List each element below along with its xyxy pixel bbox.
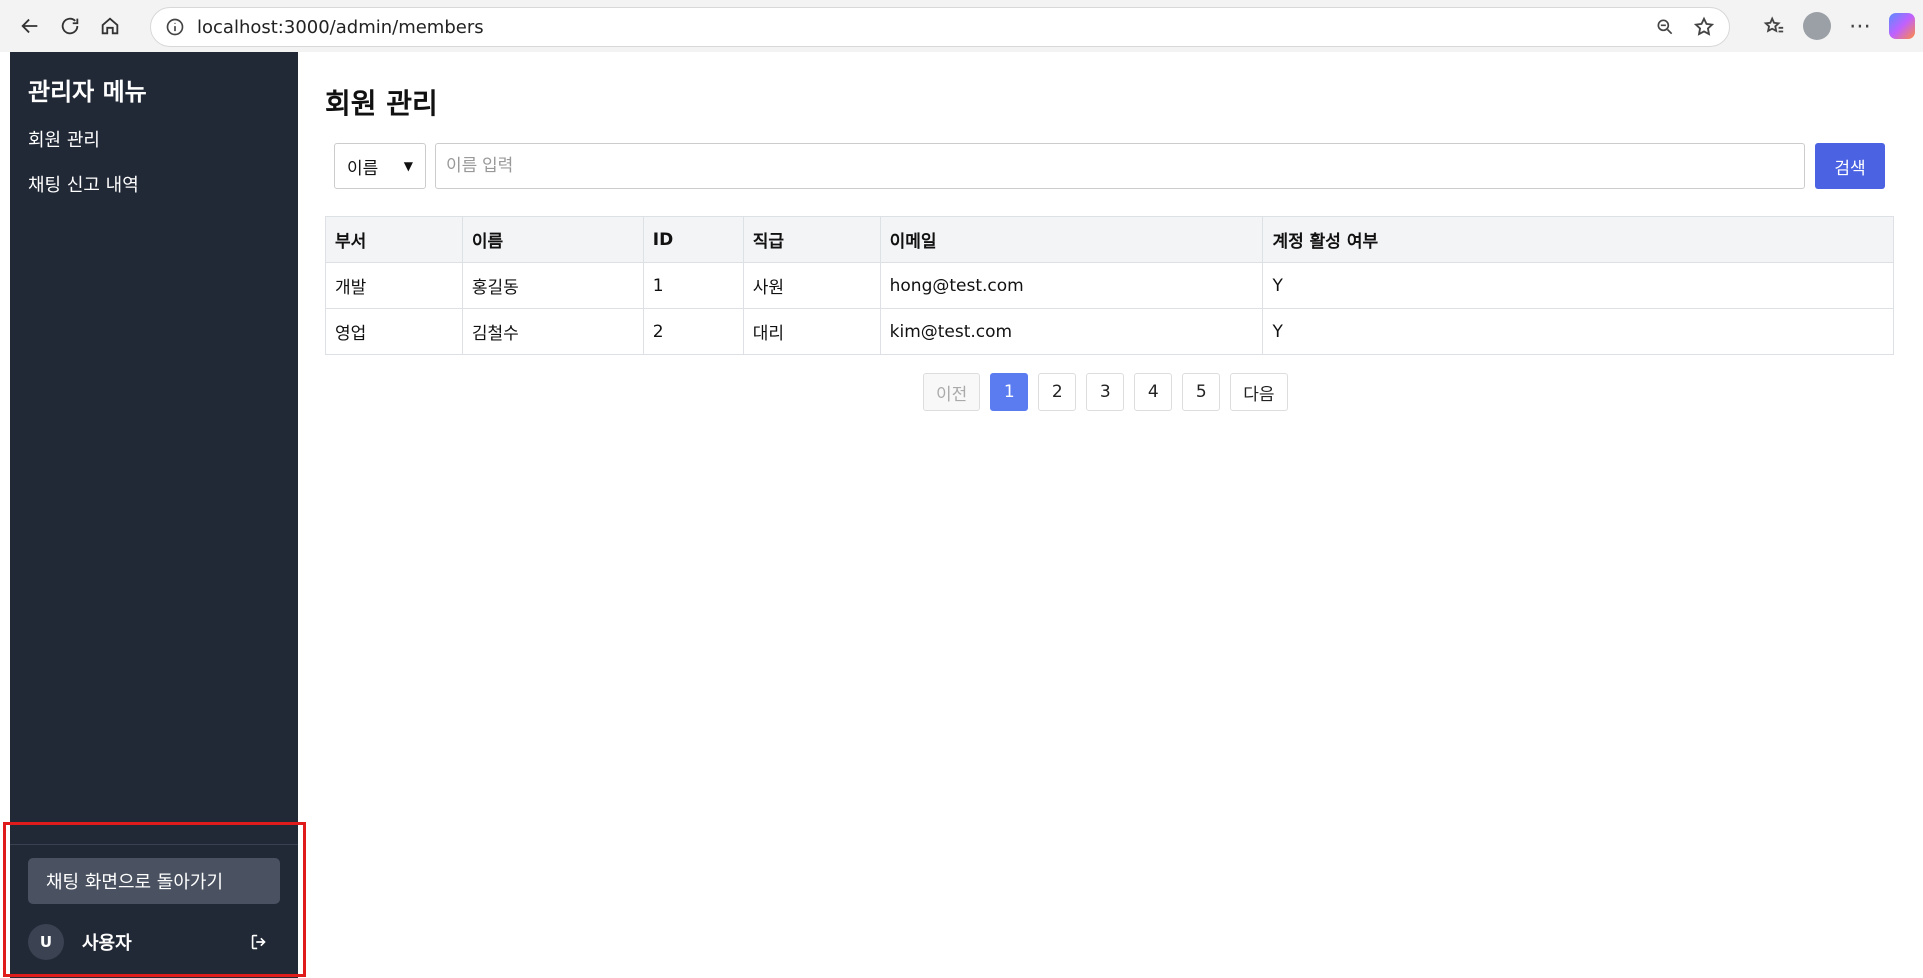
cell-email: kim@test.com xyxy=(879,308,1264,355)
page-button-1[interactable]: 1 xyxy=(990,373,1029,411)
reload-icon[interactable] xyxy=(50,6,90,46)
pagination: 이전 1 2 3 4 5 다음 xyxy=(923,373,1288,411)
user-name: 사용자 xyxy=(82,933,132,954)
column-header-email: 이메일 xyxy=(879,216,1264,263)
avatar: U xyxy=(28,924,64,960)
page-button-5[interactable]: 5 xyxy=(1182,373,1221,411)
main-content: 회원 관리 이름 ▼ 검색 부서 이름 ID 직급 이메일 계정 활성 여부 개… xyxy=(298,52,1923,978)
address-bar[interactable]: localhost:3000/admin/members xyxy=(150,7,1730,47)
profile-icon[interactable] xyxy=(1803,12,1831,40)
members-table: 부서 이름 ID 직급 이메일 계정 활성 여부 개발 홍길동 1 사원 hon… xyxy=(325,216,1894,355)
chevron-down-icon: ▼ xyxy=(403,159,413,173)
search-type-select[interactable]: 이름 ▼ xyxy=(334,143,426,189)
column-header-active: 계정 활성 여부 xyxy=(1262,216,1894,263)
prev-page-button[interactable]: 이전 xyxy=(923,373,981,411)
cell-id: 2 xyxy=(642,308,744,355)
zoom-icon[interactable] xyxy=(1655,17,1675,37)
cell-active: Y xyxy=(1262,308,1894,355)
column-header-department: 부서 xyxy=(325,216,463,263)
cell-active: Y xyxy=(1262,262,1894,309)
sidebar: 관리자 메뉴 회원 관리 채팅 신고 내역 채팅 화면으로 돌아가기 U 사용자 xyxy=(10,52,298,978)
browser-toolbar: localhost:3000/admin/members ⋯ xyxy=(0,0,1923,52)
page-button-3[interactable]: 3 xyxy=(1086,373,1125,411)
more-options-icon[interactable]: ⋯ xyxy=(1849,14,1871,39)
back-arrow-icon[interactable] xyxy=(10,6,50,46)
cell-department: 개발 xyxy=(325,262,463,309)
favorites-icon[interactable] xyxy=(1763,15,1785,37)
table-row[interactable]: 영업 김철수 2 대리 kim@test.com Y xyxy=(325,308,1894,355)
cell-email: hong@test.com xyxy=(879,262,1264,309)
column-header-position: 직급 xyxy=(742,216,881,263)
page-button-2[interactable]: 2 xyxy=(1038,373,1077,411)
home-icon[interactable] xyxy=(90,6,130,46)
copilot-icon[interactable] xyxy=(1889,13,1915,39)
page-title: 회원 관리 xyxy=(325,87,438,120)
cell-id: 1 xyxy=(642,262,744,309)
back-to-chat-button[interactable]: 채팅 화면으로 돌아가기 xyxy=(28,858,280,904)
favorite-star-icon[interactable] xyxy=(1693,16,1715,38)
column-header-id: ID xyxy=(642,216,744,263)
page-button-4[interactable]: 4 xyxy=(1134,373,1173,411)
search-input[interactable] xyxy=(435,143,1805,189)
user-info: U 사용자 xyxy=(28,922,280,962)
logout-icon[interactable] xyxy=(248,931,270,953)
cell-name: 홍길동 xyxy=(461,262,644,309)
column-header-name: 이름 xyxy=(461,216,644,263)
cell-position: 사원 xyxy=(742,262,881,309)
cell-position: 대리 xyxy=(742,308,881,355)
sidebar-divider xyxy=(10,844,298,845)
sidebar-title: 관리자 메뉴 xyxy=(28,78,147,106)
table-header-row: 부서 이름 ID 직급 이메일 계정 활성 여부 xyxy=(325,216,1894,263)
search-type-value: 이름 xyxy=(347,158,379,179)
search-button[interactable]: 검색 xyxy=(1815,143,1885,189)
info-icon[interactable] xyxy=(165,17,185,37)
cell-name: 김철수 xyxy=(461,308,644,355)
cell-department: 영업 xyxy=(325,308,463,355)
sidebar-item-chat-reports[interactable]: 채팅 신고 내역 xyxy=(28,171,139,197)
table-row[interactable]: 개발 홍길동 1 사원 hong@test.com Y xyxy=(325,262,1894,309)
sidebar-item-member-management[interactable]: 회원 관리 xyxy=(28,126,100,152)
next-page-button[interactable]: 다음 xyxy=(1230,373,1288,411)
url-text[interactable]: localhost:3000/admin/members xyxy=(197,17,484,38)
